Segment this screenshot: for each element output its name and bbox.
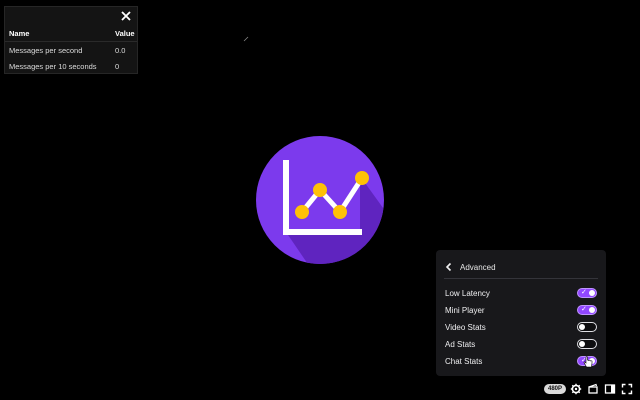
video-stats-toggle[interactable] [577,322,597,332]
table-row: Messages per 10 seconds 0 [5,58,137,74]
column-header-value: Value [111,25,137,42]
stats-table-header: Name Value [5,25,137,42]
setting-ad-stats: Ad Stats [445,337,597,351]
setting-label: Ad Stats [445,339,476,349]
check-icon: ✓ [581,289,587,296]
quality-badge[interactable]: 480P [544,384,566,394]
setting-video-stats: Video Stats [445,320,597,334]
setting-label: Low Latency [445,288,490,298]
hand-cursor-icon [583,356,593,368]
stat-value: 0.0 [115,45,126,55]
panel-title: Advanced [460,262,496,272]
stray-mark-icon [243,36,249,42]
table-row: Messages per second 0.0 [5,42,137,59]
setting-low-latency: Low Latency ✓ [445,286,597,300]
setting-label: Mini Player [445,305,485,315]
theatre-mode-icon[interactable] [604,383,616,395]
stat-name: Messages per 10 seconds [9,61,97,71]
column-header-name: Name [5,25,111,42]
setting-label: Video Stats [445,322,486,332]
close-icon[interactable] [119,9,133,23]
setting-chat-stats: Chat Stats ✓ [445,354,597,368]
advanced-back-button[interactable]: Advanced [444,256,598,279]
setting-mini-player: Mini Player ✓ [445,303,597,317]
chat-stats-overlay: Name Value Messages per second 0.0 Messa… [4,6,138,74]
settings-panel: Advanced Low Latency ✓ Mini Player ✓ Vid… [436,250,606,376]
chevron-left-icon [445,262,452,272]
gear-icon[interactable] [570,383,582,395]
low-latency-toggle[interactable]: ✓ [577,288,597,298]
mini-player-toggle[interactable]: ✓ [577,305,597,315]
setting-label: Chat Stats [445,356,483,366]
fullscreen-icon[interactable] [621,383,633,395]
check-icon: ✓ [581,306,587,313]
stat-name: Messages per second [9,45,83,55]
stat-value: 0 [115,61,120,71]
chart-logo-icon [256,136,384,264]
ad-stats-toggle[interactable] [577,339,597,349]
clip-icon[interactable] [587,383,599,395]
stats-table: Name Value Messages per second 0.0 Messa… [5,25,137,74]
